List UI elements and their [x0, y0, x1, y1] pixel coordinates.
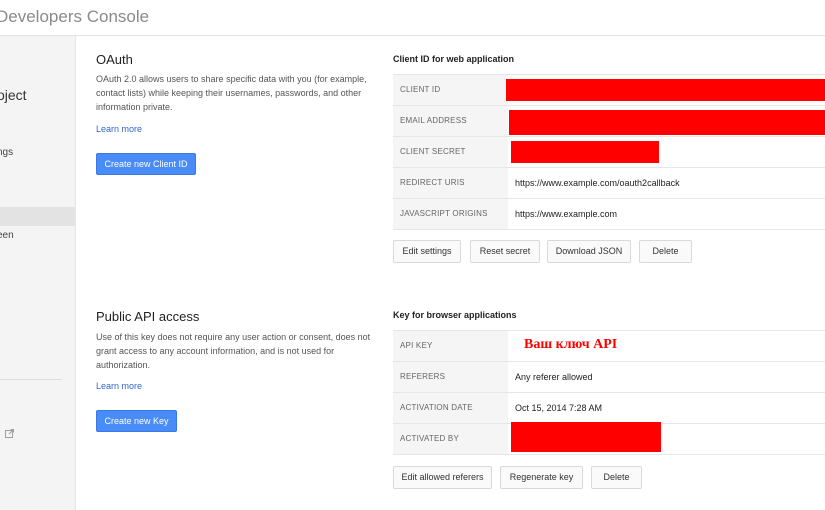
row-label-cell: REFERERS [393, 362, 508, 392]
table-row: REDIRECT URIS https://www.example.com/oa… [393, 168, 825, 199]
redacted-client-id [506, 79, 825, 101]
row-label-cell: EMAIL ADDRESS [393, 106, 508, 136]
oauth-learn-more-link[interactable]: Learn more [96, 124, 142, 134]
row-label-cell: CLIENT ID [393, 75, 508, 105]
sidebar-divider [0, 379, 62, 380]
client-web-details-table: CLIENT ID EMAIL ADDRESS CLIENT SECRET RE… [393, 74, 825, 230]
client-web-panel-title: Client ID for web application [393, 54, 515, 64]
browser-key-panel-title: Key for browser applications [393, 310, 517, 320]
table-row: API KEY Ваш ключ API [393, 331, 825, 362]
redacted-activated-by [511, 422, 661, 452]
top-header-bar: Developers Console [0, 0, 825, 36]
sidebar-item-consent-screen[interactable]: een [0, 230, 14, 241]
row-label: EMAIL ADDRESS [400, 116, 467, 125]
row-label-cell: ACTIVATED BY [393, 424, 508, 454]
table-row: EMAIL ADDRESS [393, 106, 825, 137]
table-row: CLIENT SECRET [393, 137, 825, 168]
row-label-cell: CLIENT SECRET [393, 137, 508, 167]
delete-key-button[interactable]: Delete [591, 466, 642, 489]
row-label-cell: REDIRECT URIS [393, 168, 508, 198]
public-api-description: Use of this key does not require any use… [96, 332, 371, 370]
activation-date-value: Oct 15, 2014 7:28 AM [515, 403, 603, 413]
table-row: CLIENT ID [393, 75, 825, 106]
referers-value: Any referer allowed [515, 372, 593, 382]
row-label-cell: API KEY [393, 331, 508, 361]
reset-secret-button[interactable]: Reset secret [470, 240, 540, 263]
row-label: ACTIVATED BY [400, 434, 460, 443]
row-label: CLIENT ID [400, 85, 441, 94]
redacted-email-address [509, 110, 825, 135]
download-json-button[interactable]: Download JSON [547, 240, 631, 263]
redirect-uri-value[interactable]: https://www.example.com/oauth2callback [515, 178, 680, 188]
external-link-icon[interactable] [5, 429, 14, 441]
sidebar-item-settings[interactable]: ngs [0, 147, 13, 158]
row-label: ACTIVATION DATE [400, 403, 473, 412]
regenerate-key-button[interactable]: Regenerate key [500, 466, 583, 489]
sidebar-project-name[interactable]: oject [0, 87, 27, 103]
table-row: REFERERS Any referer allowed [393, 362, 825, 393]
row-label: JAVASCRIPT ORIGINS [400, 209, 488, 218]
public-api-section-title: Public API access [96, 309, 200, 324]
row-label: API KEY [400, 341, 433, 350]
delete-client-button[interactable]: Delete [639, 240, 692, 263]
row-label: REFERERS [400, 372, 446, 381]
create-new-key-button[interactable]: Create new Key [96, 410, 177, 432]
create-client-id-button[interactable]: Create new Client ID [96, 153, 196, 175]
api-key-value[interactable]: Ваш ключ API [524, 337, 617, 353]
sidebar-item-credentials-selected[interactable] [0, 207, 75, 226]
row-label: CLIENT SECRET [400, 147, 466, 156]
table-row: ACTIVATION DATE Oct 15, 2014 7:28 AM [393, 393, 825, 424]
oauth-section-title: OAuth [96, 52, 133, 67]
edit-allowed-referers-button[interactable]: Edit allowed referers [393, 466, 492, 489]
left-sidebar: oject ngs een [0, 36, 76, 510]
redacted-client-secret [511, 141, 659, 163]
browser-key-details-table: API KEY Ваш ключ API REFERERS Any refere… [393, 330, 825, 455]
app-title[interactable]: Developers Console [0, 7, 149, 27]
public-api-learn-more-link[interactable]: Learn more [96, 381, 142, 391]
row-label: REDIRECT URIS [400, 178, 465, 187]
row-label-cell: JAVASCRIPT ORIGINS [393, 199, 508, 229]
edit-settings-button[interactable]: Edit settings [393, 240, 461, 263]
row-label-cell: ACTIVATION DATE [393, 393, 508, 423]
table-row: ACTIVATED BY [393, 422, 825, 455]
oauth-description: OAuth 2.0 allows users to share specific… [96, 74, 367, 112]
table-row: JAVASCRIPT ORIGINS https://www.example.c… [393, 199, 825, 230]
javascript-origin-value[interactable]: https://www.example.com [515, 209, 617, 219]
